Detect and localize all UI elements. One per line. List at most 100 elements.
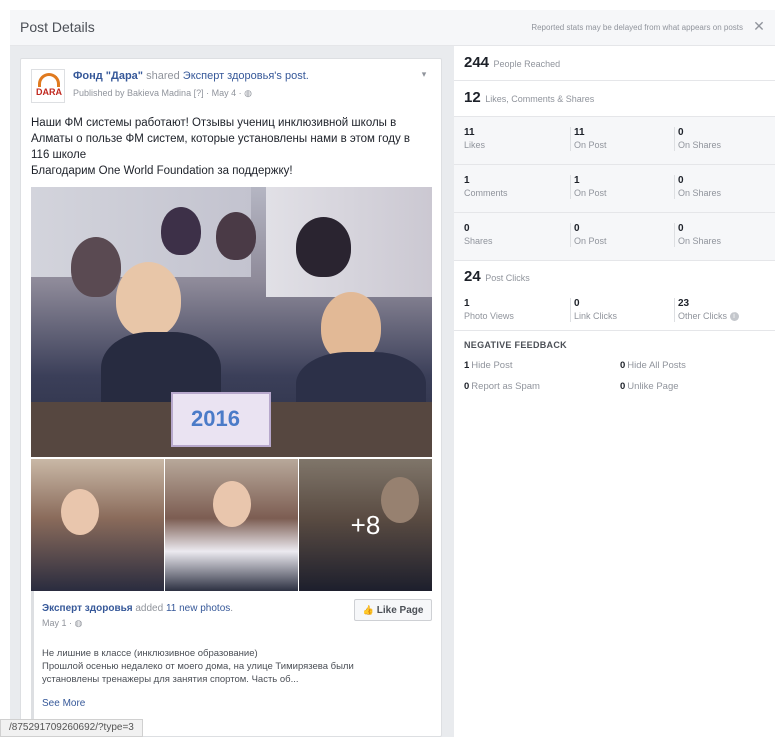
main-photo[interactable]: 2016 — [31, 187, 432, 457]
shares-on-post-num: 0 — [574, 223, 580, 234]
stats-delay-note: Reported stats may be delayed from what … — [531, 23, 743, 32]
report-spam-label: Report as Spam — [471, 381, 540, 392]
shares-total: 0 Shares — [464, 223, 493, 247]
student-shape — [71, 237, 121, 297]
post-clicks-label: Post Clicks — [485, 273, 530, 283]
photo-views-label: Photo Views — [464, 311, 514, 321]
published-by-text: Published by Bakieva Madina [?] · May 4 … — [73, 88, 245, 98]
post-attribution: Фонд "Дара" shared Эксперт здоровья's po… — [73, 70, 309, 82]
hide-post-num: 1 — [464, 360, 470, 371]
shared-date: May 1 · ◍ — [42, 618, 82, 629]
comments-on-shares: 0 On Shares — [674, 175, 721, 199]
photo-thumbnail-3[interactable]: +8 — [299, 459, 432, 591]
other-clicks-label: Other Clicks — [678, 311, 728, 321]
engagement-total: 12 Likes, Comments & Shares — [464, 89, 594, 106]
student-shape — [296, 217, 351, 277]
report-spam-stat: 0 Report as Spam — [464, 381, 540, 392]
globe-icon: ◍ — [244, 88, 252, 98]
link-clicks: 0 Link Clicks — [570, 298, 617, 322]
student-face — [213, 481, 251, 527]
likes-on-post: 11 On Post — [570, 127, 607, 151]
post-message-line-2: Благодарим One World Foundation за подде… — [31, 165, 293, 177]
period: . — [230, 603, 234, 614]
year-card: 2016 — [171, 392, 271, 447]
post-clicks-total: 24 Post Clicks — [464, 268, 530, 285]
post-message-line-1: Наши ФМ системы работают! Отзывы учениц … — [31, 117, 411, 161]
hide-all-posts-label: Hide All Posts — [627, 360, 686, 371]
divider — [454, 330, 775, 331]
source-page-link[interactable]: Эксперт здоровья's — [183, 70, 282, 82]
student-shape — [161, 207, 201, 255]
shares-on-post-label: On Post — [574, 236, 607, 246]
hide-post-label: Hide Post — [471, 360, 513, 371]
comments-on-post-num: 1 — [574, 175, 580, 186]
status-bar-url: /875291709260692/?type=3 — [0, 719, 143, 737]
post-header: DARA Фонд "Дара" shared Эксперт здоровья… — [31, 69, 431, 105]
shares-on-shares-num: 0 — [678, 223, 684, 234]
shared-date-text: May 1 · — [42, 618, 75, 628]
hide-all-posts-stat: 0 Hide All Posts — [620, 360, 686, 371]
unlike-page-label: Unlike Page — [627, 381, 679, 392]
source-post-link[interactable]: post. — [285, 70, 309, 82]
post-clicks-count: 24 — [464, 268, 481, 285]
photo-thumbnail-1[interactable] — [31, 459, 164, 591]
likes-row: 11 Likes 11 On Post 0 On Shares — [454, 116, 775, 164]
post-card: DARA Фонд "Дара" shared Эксперт здоровья… — [20, 58, 442, 737]
shares-total-num: 0 — [464, 223, 470, 234]
student-shape — [216, 212, 256, 260]
comments-on-post-label: On Post — [574, 188, 607, 198]
globe-icon: ◍ — [74, 618, 83, 628]
shares-on-shares-label: On Shares — [678, 236, 722, 246]
chevron-down-icon[interactable]: ▾ — [417, 69, 431, 83]
page-name-link[interactable]: Фонд "Дара" — [73, 70, 143, 82]
photo-thumbnail-2[interactable] — [165, 459, 298, 591]
shares-row: 0 Shares 0 On Post 0 On Shares — [454, 212, 775, 260]
shared-post-box: Эксперт здоровья added 11 new photos. Ma… — [31, 591, 432, 731]
hide-all-posts-num: 0 — [620, 360, 626, 371]
student-shape — [116, 262, 181, 337]
likes-on-post-label: On Post — [574, 140, 607, 150]
negative-feedback-title: NEGATIVE FEEDBACK — [464, 340, 567, 350]
hide-post-stat: 1 Hide Post — [464, 360, 512, 371]
photo-views: 1 Photo Views — [464, 298, 514, 322]
shared-author-link[interactable]: Эксперт здоровья — [42, 603, 133, 614]
shared-message: Не лишние в классе (инклюзивное образова… — [42, 647, 412, 686]
photo-views-num: 1 — [464, 298, 470, 309]
comments-total-num: 1 — [464, 175, 470, 186]
shared-message-line-2: Прошлой осенью недалеко от моего дома, н… — [42, 661, 354, 685]
post-stats-pane: 244 People Reached 12 Likes, Comments & … — [454, 46, 775, 737]
info-icon[interactable]: i — [729, 312, 739, 322]
likes-on-shares: 0 On Shares — [674, 127, 721, 151]
shares-total-label: Shares — [464, 236, 493, 246]
comments-row: 1 Comments 1 On Post 0 On Shares — [454, 164, 775, 212]
like-page-button[interactable]: 👍 Like Page — [354, 599, 432, 621]
likes-on-shares-label: On Shares — [678, 140, 722, 150]
more-photos-overlay[interactable]: +8 — [299, 459, 432, 591]
engagement-count: 12 — [464, 89, 481, 106]
link-clicks-label: Link Clicks — [574, 311, 618, 321]
post-preview-pane: DARA Фонд "Дара" shared Эксперт здоровья… — [10, 46, 454, 737]
divider — [454, 260, 775, 261]
post-details-header: Post Details Reported stats may be delay… — [10, 10, 775, 46]
shared-message-line-1: Не лишние в классе (инклюзивное образова… — [42, 648, 258, 659]
shares-on-post: 0 On Post — [570, 223, 607, 247]
link-clicks-num: 0 — [574, 298, 580, 309]
comments-on-shares-num: 0 — [678, 175, 684, 186]
close-icon[interactable]: ✕ — [751, 18, 767, 34]
likes-on-post-num: 11 — [574, 127, 585, 138]
comments-on-post: 1 On Post — [570, 175, 607, 199]
people-reached: 244 People Reached — [464, 54, 560, 71]
other-clicks-num: 23 — [678, 298, 690, 309]
report-spam-num: 0 — [464, 381, 470, 392]
likes-on-shares-num: 0 — [678, 127, 684, 138]
shared-attribution: Эксперт здоровья added 11 new photos. — [42, 603, 233, 614]
people-reached-label: People Reached — [493, 59, 561, 69]
added-word: added — [132, 603, 166, 614]
post-published-meta: Published by Bakieva Madina [?] · May 4 … — [73, 88, 252, 99]
new-photos-link[interactable]: 11 new photos — [166, 603, 230, 614]
engagement-label: Likes, Comments & Shares — [485, 94, 595, 104]
likes-total: 11 Likes — [464, 127, 485, 151]
page-avatar[interactable]: DARA — [31, 69, 65, 103]
see-more-link[interactable]: See More — [42, 698, 85, 709]
likes-total-label: Likes — [464, 140, 486, 150]
